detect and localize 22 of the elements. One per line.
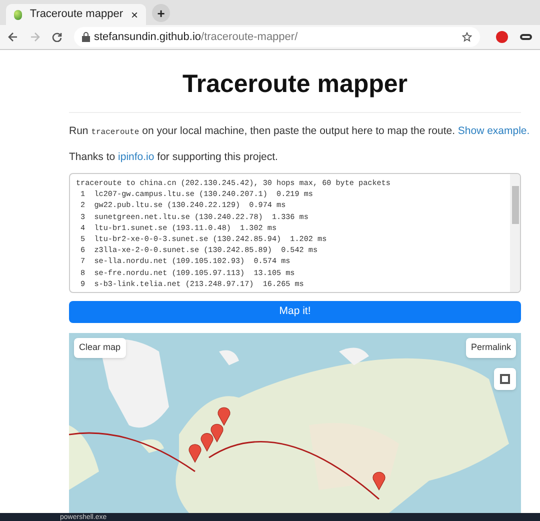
- clear-map-button[interactable]: Clear map: [74, 338, 126, 358]
- tab-close-button[interactable]: ×: [130, 6, 138, 24]
- page-title: Traceroute mapper: [69, 50, 521, 112]
- permalink-button[interactable]: Permalink: [466, 338, 516, 358]
- ipinfo-link[interactable]: ipinfo.io: [118, 151, 154, 164]
- lock-icon: [82, 32, 90, 42]
- map-it-button[interactable]: Map it!: [69, 301, 521, 323]
- back-icon[interactable]: [8, 32, 18, 42]
- new-tab-button[interactable]: +: [152, 4, 170, 22]
- star-icon[interactable]: [462, 32, 472, 42]
- thanks-text: Thanks to ipinfo.io for supporting this project.: [69, 150, 279, 166]
- glasses-icon[interactable]: [520, 34, 532, 40]
- address-bar[interactable]: stefansundin.github.io/traceroute-mapper/: [74, 27, 480, 47]
- show-example-link[interactable]: Show example.: [458, 124, 530, 136]
- tab-title: Traceroute mapper: [30, 7, 123, 22]
- url-text: stefansundin.github.io/traceroute-mapper/: [94, 30, 299, 45]
- traceroute-textarea[interactable]: [69, 173, 521, 293]
- extension-icon[interactable]: [496, 31, 508, 43]
- globe-icon: [14, 10, 22, 20]
- reload-icon[interactable]: [52, 32, 62, 42]
- fullscreen-button[interactable]: [494, 368, 516, 390]
- browser-tab[interactable]: Traceroute mapper ×: [6, 4, 146, 25]
